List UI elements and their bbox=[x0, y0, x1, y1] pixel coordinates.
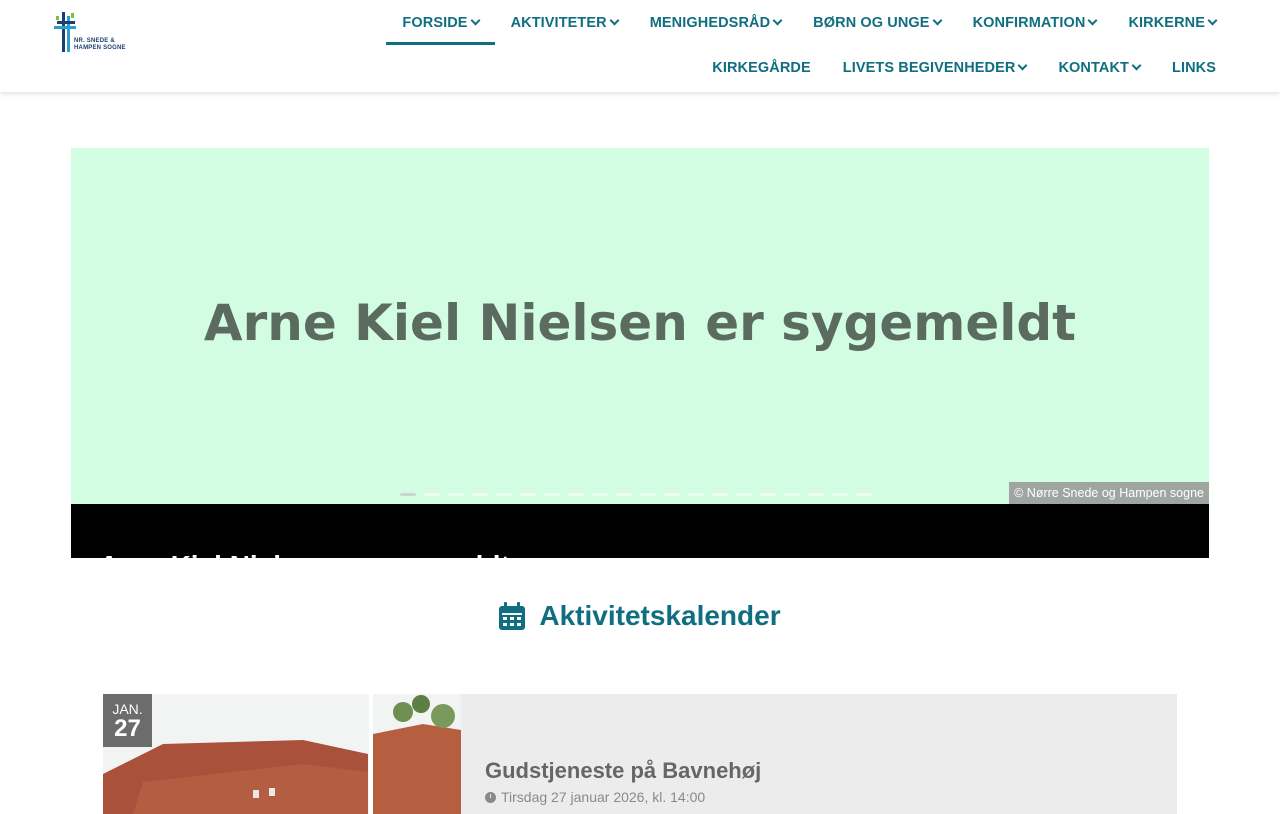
calendar-heading: Aktivitetskalender bbox=[0, 600, 1280, 632]
slider-dot[interactable] bbox=[520, 493, 536, 496]
nav-item-aktiviteter[interactable]: AKTIVITETER bbox=[495, 0, 634, 45]
nav-item-label: BØRN OG UNGE bbox=[813, 14, 930, 31]
slider-dot[interactable] bbox=[400, 493, 416, 496]
slide-title: Arne Kiel Nielsen er sygemeldt bbox=[203, 294, 1077, 352]
main-nav-row-1: FORSIDE AKTIVITETER MENIGHEDSRÅD BØRN OG UN… bbox=[386, 0, 1218, 45]
hero-slider[interactable]: Arne Kiel Nielsen er sygemeldt © Nørre S… bbox=[71, 148, 1209, 504]
nav-item-label: LIVETS BEGIVENHEDER bbox=[842, 59, 1016, 76]
event-time-text: Tirsdag 27 januar 2026, kl. 14:00 bbox=[501, 789, 706, 805]
slider-dot[interactable] bbox=[616, 493, 632, 496]
event-time: Tirsdag 27 januar 2026, kl. 14:00 bbox=[485, 789, 705, 805]
nav-item-label: LINKS bbox=[1172, 59, 1216, 76]
event-day: 27 bbox=[114, 715, 141, 742]
event-card[interactable]: JAN. 27 Gudstjeneste på Bavnehøj Tirsdag… bbox=[103, 694, 1177, 814]
logo-text: NR. SNEDE & HAMPEN SOGNE bbox=[74, 38, 126, 51]
nav-item-label: KIRKEGÅRDE bbox=[712, 59, 811, 76]
slider-dot[interactable] bbox=[688, 493, 704, 496]
slider-dot[interactable] bbox=[808, 493, 824, 496]
slider-dot[interactable] bbox=[712, 493, 728, 496]
nav-item-livets-begivenheder[interactable]: LIVETS BEGIVENHEDER bbox=[827, 45, 1043, 90]
slider-dot[interactable] bbox=[760, 493, 776, 496]
nav-item-label: AKTIVITETER bbox=[510, 14, 607, 31]
chevron-down-icon bbox=[1131, 60, 1142, 71]
site-header: NR. SNEDE & HAMPEN SOGNE FORSIDE AKTIVITE… bbox=[0, 0, 1280, 92]
nav-item-kontakt[interactable]: KONTAKT bbox=[1042, 45, 1156, 90]
slider-dot[interactable] bbox=[832, 493, 848, 496]
nav-item-label: KIRKERNE bbox=[1128, 14, 1205, 31]
slider-dot[interactable] bbox=[736, 493, 752, 496]
site-logo[interactable]: NR. SNEDE & HAMPEN SOGNE bbox=[54, 12, 130, 54]
nav-item-kirkerne[interactable]: KIRKERNE bbox=[1112, 0, 1218, 45]
slider-dot[interactable] bbox=[496, 493, 512, 496]
slide-caption[interactable]: Arne Kiel Nielsen er sygemeldt bbox=[99, 550, 510, 558]
chevron-down-icon bbox=[1088, 15, 1098, 26]
nav-item-børn-og-unge[interactable]: BØRN OG UNGE bbox=[797, 0, 956, 45]
calendar-title: Aktivitetskalender bbox=[539, 600, 781, 631]
calendar-icon bbox=[499, 602, 526, 630]
nav-item-label: KONFIRMATION bbox=[972, 14, 1086, 31]
slider-dot[interactable] bbox=[568, 493, 584, 496]
nav-item-label: FORSIDE bbox=[402, 14, 468, 31]
nav-item-label: KONTAKT bbox=[1058, 59, 1129, 76]
chevron-down-icon bbox=[470, 15, 481, 26]
slider-dot[interactable] bbox=[640, 493, 656, 496]
slider-dot[interactable] bbox=[664, 493, 680, 496]
event-date-badge: JAN. 27 bbox=[103, 694, 152, 747]
nav-item-konfirmation[interactable]: KONFIRMATION bbox=[957, 0, 1113, 45]
church-photo-icon bbox=[103, 694, 461, 814]
main-nav-row-2: KIRKEGÅRDE LIVETS BEGIVENHEDER KONTAKT LINK… bbox=[696, 45, 1216, 90]
slider-dot[interactable] bbox=[472, 493, 488, 496]
chevron-down-icon bbox=[1207, 15, 1218, 26]
chevron-down-icon bbox=[609, 15, 620, 26]
event-image bbox=[103, 694, 461, 814]
nav-item-label: MENIGHEDSRÅD bbox=[649, 14, 771, 31]
event-title[interactable]: Gudstjeneste på Bavnehøj bbox=[485, 758, 761, 784]
slide-caption-bar: Arne Kiel Nielsen er sygemeldt bbox=[71, 504, 1209, 558]
event-month: JAN. bbox=[112, 701, 143, 717]
slider-dot[interactable] bbox=[784, 493, 800, 496]
nav-item-forside[interactable]: FORSIDE bbox=[386, 0, 495, 45]
slider-dot[interactable] bbox=[424, 493, 440, 496]
slider-dot[interactable] bbox=[448, 493, 464, 496]
nav-item-kirkegårde[interactable]: KIRKEGÅRDE bbox=[696, 45, 826, 90]
clock-icon bbox=[485, 791, 496, 803]
chevron-down-icon bbox=[932, 15, 943, 26]
chevron-down-icon bbox=[772, 15, 783, 26]
slider-dot[interactable] bbox=[856, 493, 872, 496]
chevron-down-icon bbox=[1018, 60, 1028, 71]
slider-dot[interactable] bbox=[544, 493, 560, 496]
nav-item-links[interactable]: LINKS bbox=[1156, 45, 1216, 90]
slider-dots bbox=[400, 493, 872, 496]
nav-item-menighedsråd[interactable]: MENIGHEDSRÅD bbox=[634, 0, 797, 45]
image-copyright: © Nørre Snede og Hampen sogne bbox=[1009, 482, 1209, 504]
slider-dot[interactable] bbox=[592, 493, 608, 496]
